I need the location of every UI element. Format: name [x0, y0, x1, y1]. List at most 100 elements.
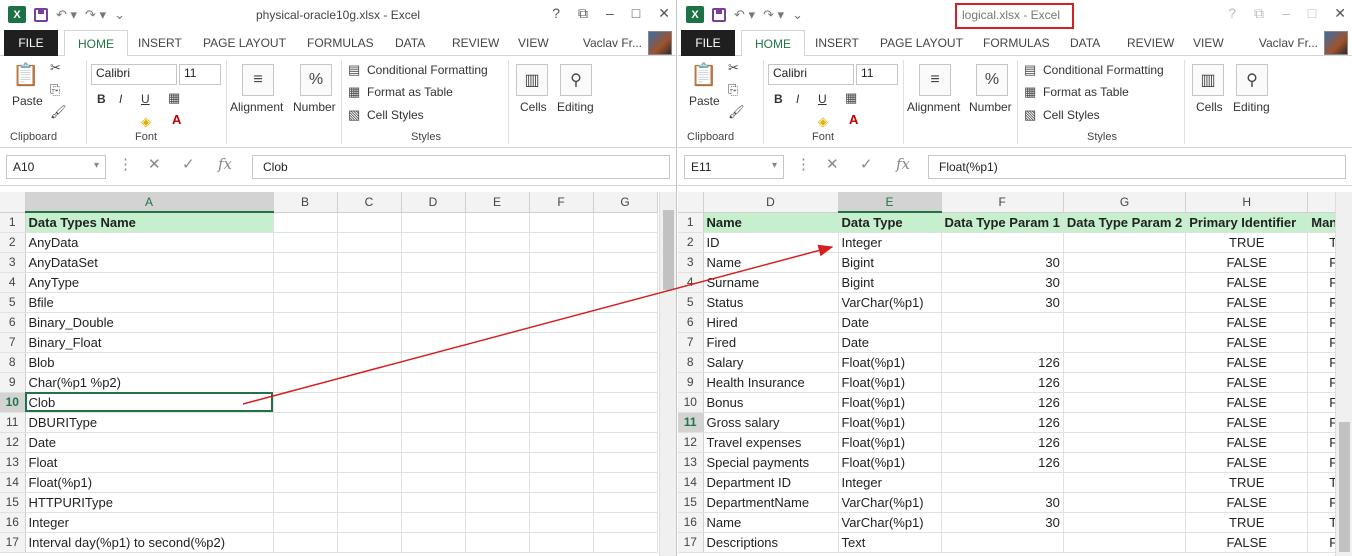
- cell[interactable]: [273, 272, 338, 293]
- cell[interactable]: [337, 492, 402, 513]
- cell[interactable]: FALSE: [1185, 452, 1309, 473]
- cell[interactable]: [337, 272, 402, 293]
- paste-icon[interactable]: 📋: [12, 60, 40, 90]
- column-header[interactable]: D: [401, 192, 466, 213]
- cell[interactable]: [529, 392, 594, 413]
- cell[interactable]: Hired: [703, 312, 839, 333]
- help-icon[interactable]: ?: [552, 5, 560, 22]
- name-box[interactable]: E11: [684, 155, 784, 179]
- row-header[interactable]: 9: [0, 372, 26, 393]
- cell[interactable]: [465, 372, 530, 393]
- row-header[interactable]: 13: [678, 452, 704, 473]
- cell[interactable]: [529, 292, 594, 313]
- cell[interactable]: TRUE: [1185, 472, 1309, 493]
- cell[interactable]: [401, 212, 466, 233]
- cell[interactable]: [465, 452, 530, 473]
- cell[interactable]: [273, 352, 338, 373]
- cells-button[interactable]: Cells: [520, 100, 547, 114]
- cell[interactable]: Status: [703, 292, 839, 313]
- cell[interactable]: 30: [941, 512, 1064, 533]
- cell[interactable]: Special payments: [703, 452, 839, 473]
- row-header[interactable]: 2: [678, 232, 704, 253]
- cell[interactable]: [337, 352, 402, 373]
- avatar[interactable]: [648, 31, 672, 55]
- cell-styles-button[interactable]: Cell Styles: [1043, 108, 1100, 122]
- cell[interactable]: [1063, 512, 1187, 533]
- tab-formulas[interactable]: FORMULAS: [983, 36, 1050, 50]
- cell[interactable]: [401, 372, 466, 393]
- cell[interactable]: Salary: [703, 352, 839, 373]
- column-header[interactable]: F: [941, 192, 1064, 213]
- cell[interactable]: Float(%p1): [838, 372, 942, 393]
- cell[interactable]: [593, 432, 658, 453]
- column-header[interactable]: C: [337, 192, 402, 213]
- alignment-icon[interactable]: ≡: [242, 64, 274, 96]
- cell[interactable]: [401, 272, 466, 293]
- cell[interactable]: FALSE: [1185, 292, 1309, 313]
- tab-page-layout[interactable]: PAGE LAYOUT: [203, 36, 286, 50]
- cell[interactable]: [337, 432, 402, 453]
- cell[interactable]: 126: [941, 372, 1064, 393]
- cell[interactable]: [401, 312, 466, 333]
- cell[interactable]: Float(%p1): [838, 412, 942, 433]
- cell[interactable]: [465, 412, 530, 433]
- cell[interactable]: [337, 212, 402, 233]
- cell[interactable]: [401, 252, 466, 273]
- cell[interactable]: [337, 412, 402, 433]
- select-all-corner[interactable]: [678, 192, 704, 213]
- cell[interactable]: [465, 232, 530, 253]
- cut-icon[interactable]: ✂: [728, 60, 739, 76]
- cell[interactable]: Date: [838, 332, 942, 353]
- row-header[interactable]: 9: [678, 372, 704, 393]
- cell[interactable]: [465, 532, 530, 553]
- cell[interactable]: [273, 252, 338, 273]
- row-header[interactable]: 12: [678, 432, 704, 453]
- cell[interactable]: [401, 412, 466, 433]
- row-header[interactable]: 4: [0, 272, 26, 293]
- cell[interactable]: Float(%p1): [25, 472, 274, 493]
- cell-styles-icon[interactable]: ▧: [348, 107, 360, 123]
- number-button[interactable]: Number: [293, 100, 336, 114]
- cell[interactable]: [529, 432, 594, 453]
- tab-review[interactable]: REVIEW: [1127, 36, 1174, 50]
- copy-icon[interactable]: ⎘: [50, 82, 60, 98]
- cell[interactable]: Integer: [838, 232, 942, 253]
- row-header[interactable]: 2: [0, 232, 26, 253]
- cell[interactable]: AnyDataSet: [25, 252, 274, 273]
- percent-icon[interactable]: %: [300, 64, 332, 96]
- row-header[interactable]: 5: [0, 292, 26, 313]
- ribbon-display-icon[interactable]: ⧉: [1254, 5, 1264, 22]
- cell[interactable]: FALSE: [1185, 252, 1309, 273]
- column-header[interactable]: G: [1063, 192, 1187, 213]
- cell[interactable]: [593, 252, 658, 273]
- italic-button[interactable]: I: [119, 92, 122, 106]
- cell[interactable]: [273, 492, 338, 513]
- conditional-formatting-icon[interactable]: ▤: [1024, 62, 1036, 78]
- cell[interactable]: 30: [941, 292, 1064, 313]
- cell[interactable]: Float(%p1): [838, 392, 942, 413]
- cell[interactable]: [593, 372, 658, 393]
- vertical-scrollbar[interactable]: [659, 192, 676, 556]
- cell[interactable]: [401, 332, 466, 353]
- cell[interactable]: Blob: [25, 352, 274, 373]
- tab-view[interactable]: VIEW: [1193, 36, 1224, 50]
- cell[interactable]: [273, 512, 338, 533]
- cell[interactable]: [529, 512, 594, 533]
- cell[interactable]: [465, 392, 530, 413]
- cell[interactable]: [593, 472, 658, 493]
- cell[interactable]: 30: [941, 492, 1064, 513]
- header-cell[interactable]: Data Type: [838, 212, 942, 233]
- cell[interactable]: Float: [25, 452, 274, 473]
- cell[interactable]: [529, 212, 594, 233]
- cell[interactable]: [529, 492, 594, 513]
- row-header[interactable]: 7: [678, 332, 704, 353]
- row-header[interactable]: 16: [678, 512, 704, 533]
- cell[interactable]: [337, 252, 402, 273]
- tab-data[interactable]: DATA: [1070, 36, 1100, 50]
- row-header[interactable]: 14: [0, 472, 26, 493]
- cell[interactable]: FALSE: [1185, 412, 1309, 433]
- cell[interactable]: [337, 452, 402, 473]
- cell[interactable]: [401, 432, 466, 453]
- cells-icon[interactable]: ▥: [516, 64, 548, 96]
- tab-insert[interactable]: INSERT: [815, 36, 859, 50]
